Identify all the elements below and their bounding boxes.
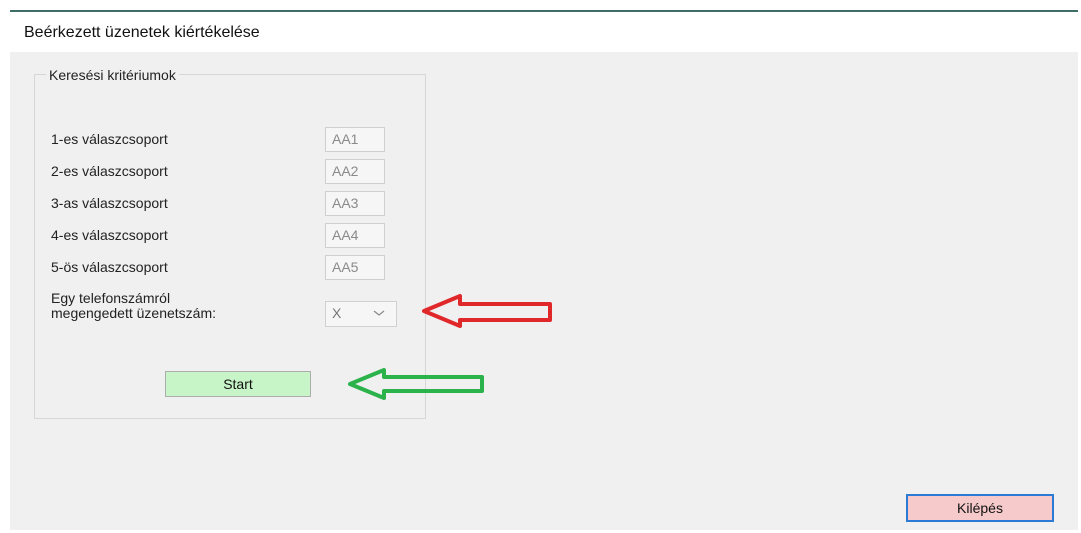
group-legend: Keresési kritériumok <box>46 67 179 83</box>
window-client-area: Keresési kritériumok 1-es válaszcsoport … <box>10 52 1078 530</box>
message-limit-value: X <box>332 305 342 321</box>
red-left-arrow-icon <box>422 294 552 328</box>
group-3-code-field[interactable]: AA3 <box>325 191 385 216</box>
group-4-label: 4-es válaszcsoport <box>51 227 168 243</box>
group-1-code-field[interactable]: AA1 <box>325 127 385 152</box>
title-bar: Beérkezett üzenetek kiértékelése <box>10 12 1078 52</box>
message-limit-label-line1: Egy telefonszámról <box>51 290 171 306</box>
group-2-code-field[interactable]: AA2 <box>325 159 385 184</box>
group-2-label: 2-es válaszcsoport <box>51 163 168 179</box>
group-5-label: 5-ös válaszcsoport <box>51 259 168 275</box>
message-limit-label-line2: megengedett üzenetszám: <box>51 305 216 321</box>
group-1-label: 1-es válaszcsoport <box>51 131 168 147</box>
window-title: Beérkezett üzenetek kiértékelése <box>24 24 260 41</box>
chevron-down-icon <box>373 310 385 316</box>
message-limit-label: Egy telefonszámról megengedett üzenetszá… <box>51 291 216 321</box>
group-4-code-field[interactable]: AA4 <box>325 223 385 248</box>
group-3-label: 3-as válaszcsoport <box>51 195 168 211</box>
start-button[interactable]: Start <box>165 371 311 397</box>
message-limit-dropdown[interactable]: X <box>325 301 397 327</box>
exit-button[interactable]: Kilépés <box>906 494 1054 522</box>
group-5-code-field[interactable]: AA5 <box>325 255 385 280</box>
green-left-arrow-icon <box>348 368 484 400</box>
